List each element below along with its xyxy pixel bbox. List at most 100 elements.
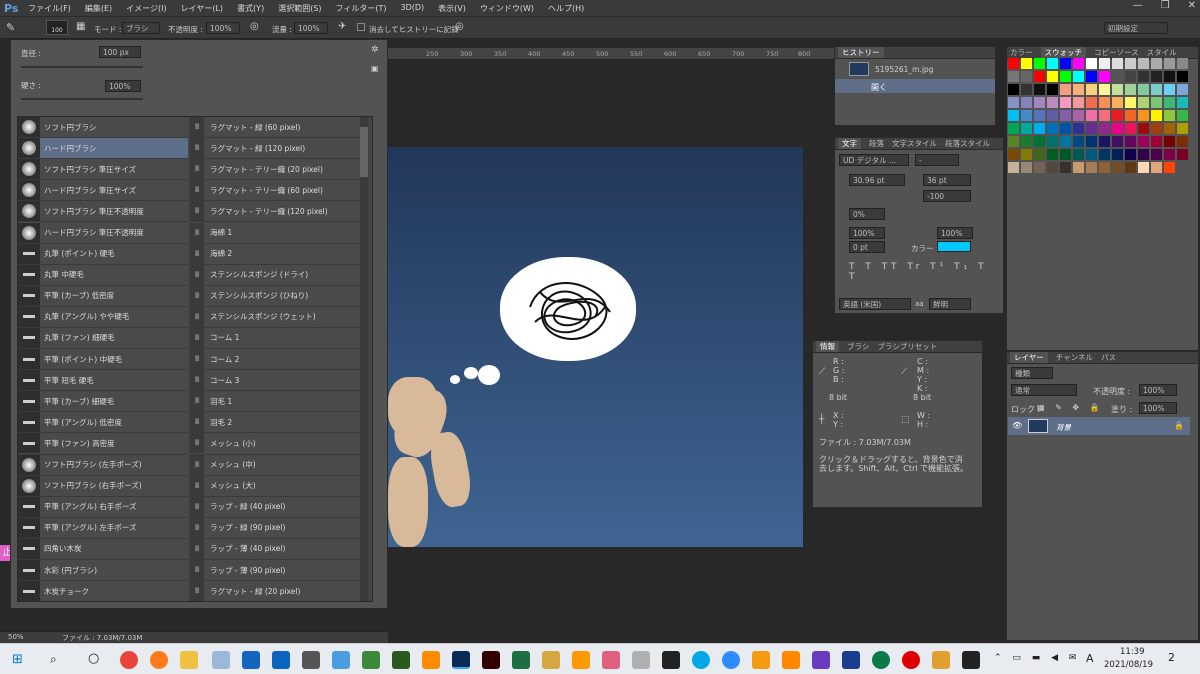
color-swatch[interactable] <box>1008 71 1019 82</box>
color-swatch[interactable] <box>1112 97 1123 108</box>
tab-paths[interactable]: パス <box>1101 352 1116 363</box>
leading-input[interactable]: 36 pt <box>923 174 971 186</box>
font-family-select[interactable]: UD デジタル ... <box>839 154 909 166</box>
chrome-icon[interactable] <box>120 651 138 669</box>
opacity-input[interactable]: 100% <box>206 22 240 34</box>
color-swatch[interactable] <box>1099 97 1110 108</box>
brush-preset-item[interactable]: 丸筆 (ポイント) 硬毛 <box>18 243 188 265</box>
horizontal-scale-input[interactable]: 100% <box>937 227 973 239</box>
color-swatch[interactable] <box>1073 110 1084 121</box>
color-swatch[interactable] <box>1164 162 1175 173</box>
color-swatch[interactable] <box>1086 149 1097 160</box>
color-swatch[interactable] <box>1099 162 1110 173</box>
color-swatch[interactable] <box>1047 84 1058 95</box>
color-swatch[interactable] <box>1060 110 1071 121</box>
brush-preset-item[interactable]: ▒ 海綿 2 <box>190 243 360 265</box>
color-swatch[interactable] <box>1112 162 1123 173</box>
task-view-icon[interactable]: ○ <box>88 651 99 666</box>
brush-preset-item[interactable]: ▒ メッシュ (中) <box>190 454 360 476</box>
color-swatch[interactable] <box>1034 149 1045 160</box>
color-swatch[interactable] <box>1177 136 1188 147</box>
color-swatch[interactable] <box>1060 71 1071 82</box>
color-swatch[interactable] <box>1125 84 1136 95</box>
settings-gear-icon[interactable] <box>302 651 320 669</box>
font-style-select[interactable]: - <box>915 154 959 166</box>
app-icon[interactable] <box>362 651 380 669</box>
baseline-shift-input[interactable]: 0 pt <box>849 241 885 253</box>
butterfly-icon[interactable] <box>572 651 590 669</box>
brush-preset-item[interactable]: ▒ ラグマット - テリー織 (60 pixel) <box>190 180 360 202</box>
pressure-size-icon[interactable]: ◎ <box>455 21 464 32</box>
brush-preset-item[interactable]: ▒ ラグマット - テリー織 (120 pixel) <box>190 201 360 223</box>
app-icon[interactable] <box>632 651 650 669</box>
color-swatch[interactable] <box>1034 162 1045 173</box>
brush-preset-item[interactable]: 平筆 (カーブ) 細硬毛 <box>18 391 188 413</box>
erase-history-checkbox[interactable] <box>357 23 365 31</box>
file-explorer-icon[interactable] <box>180 651 198 669</box>
brush-preset-item[interactable]: ソフト円ブラシ (左手ポーズ) <box>18 454 188 476</box>
color-swatch[interactable] <box>1008 58 1019 69</box>
brush-preset-item[interactable]: 平筆 (アングル) 右手ポーズ <box>18 496 188 518</box>
tab-character-styles[interactable]: 文字スタイル <box>892 138 937 149</box>
tab-clone-source[interactable]: コピーソース <box>1094 47 1139 58</box>
color-swatch[interactable] <box>1164 123 1175 134</box>
color-swatch[interactable] <box>1125 58 1136 69</box>
tab-paragraph[interactable]: 段落 <box>869 138 884 149</box>
brush-preset-item[interactable]: ▒ メッシュ (小) <box>190 433 360 455</box>
clock-date[interactable]: 2021/08/19 <box>1104 660 1153 670</box>
layer-row-background[interactable]: 👁 背景 🔒 <box>1008 417 1190 435</box>
color-swatch[interactable] <box>1177 71 1188 82</box>
zoom-level[interactable]: 50% <box>8 633 24 641</box>
color-swatch[interactable] <box>1125 123 1136 134</box>
brush-preset-item[interactable]: ▒ 海綿 1 <box>190 222 360 244</box>
hardness-input[interactable]: 100% <box>105 80 141 92</box>
color-swatch[interactable] <box>1112 84 1123 95</box>
brush-preset-item[interactable]: ▒ ステンシルスポンジ (ひねり) <box>190 285 360 307</box>
brush-preset-item[interactable]: ▒ ラグマット - 緑 (120 pixel) <box>190 138 360 160</box>
color-swatch[interactable] <box>1021 97 1032 108</box>
color-swatch[interactable] <box>1164 136 1175 147</box>
color-swatch[interactable] <box>1099 58 1110 69</box>
brush-preset-item[interactable]: ハード円ブラシ 筆圧サイズ <box>18 180 188 202</box>
system-tray-icons[interactable]: ⌃ ▭ ▬ ◀ ✉ <box>994 653 1080 663</box>
music-icon[interactable] <box>842 651 860 669</box>
tab-swatches[interactable]: スウォッチ <box>1040 47 1086 58</box>
color-swatch[interactable] <box>1060 149 1071 160</box>
color-swatch[interactable] <box>1112 110 1123 121</box>
diameter-input[interactable]: 100 px <box>99 46 141 58</box>
tab-color[interactable]: カラー <box>1010 47 1033 58</box>
airbrush-icon[interactable]: ✈ <box>338 21 346 32</box>
color-swatch[interactable] <box>1177 58 1188 69</box>
blend-mode-select[interactable]: 通常 <box>1011 384 1077 396</box>
brush-preset-item[interactable]: ▒ コーム 1 <box>190 327 360 350</box>
lock-icons[interactable]: ▦ ✎ ✥ 🔒 <box>1037 403 1104 412</box>
color-swatch[interactable] <box>1008 84 1019 95</box>
gear-icon[interactable]: ✲ <box>371 45 379 55</box>
brush-preset-item[interactable]: ▒ ラップ - 薄 (40 pixel) <box>190 538 360 560</box>
color-swatch[interactable] <box>1021 149 1032 160</box>
color-swatch[interactable] <box>1151 162 1162 173</box>
history-step[interactable]: 開く <box>835 79 995 93</box>
color-swatch[interactable] <box>1086 84 1097 95</box>
color-swatch[interactable] <box>1021 136 1032 147</box>
app-icon[interactable] <box>962 651 980 669</box>
color-swatch[interactable] <box>1099 71 1110 82</box>
color-swatch[interactable] <box>1008 136 1019 147</box>
color-swatch[interactable] <box>1086 136 1097 147</box>
brush-preset-item[interactable]: 平筆 (アングル) 左手ポーズ <box>18 517 188 539</box>
vlc-icon[interactable] <box>782 651 800 669</box>
brush-preset-item[interactable]: 丸筆 (ファン) 細硬毛 <box>18 327 188 350</box>
color-swatch[interactable] <box>1138 136 1149 147</box>
color-swatch[interactable] <box>1138 123 1149 134</box>
doc-file-size[interactable]: ファイル : 7.03M/7.03M <box>62 633 142 643</box>
color-swatch[interactable] <box>1177 110 1188 121</box>
color-swatch[interactable] <box>1177 97 1188 108</box>
menu-view[interactable]: 表示(V) <box>438 3 466 14</box>
app-icon[interactable] <box>602 651 620 669</box>
app-icon[interactable] <box>752 651 770 669</box>
color-swatch[interactable] <box>1047 97 1058 108</box>
color-swatch[interactable] <box>1047 71 1058 82</box>
color-swatch[interactable] <box>1034 97 1045 108</box>
layer-opacity-input[interactable]: 100% <box>1139 384 1177 396</box>
firefox-icon[interactable] <box>150 651 168 669</box>
